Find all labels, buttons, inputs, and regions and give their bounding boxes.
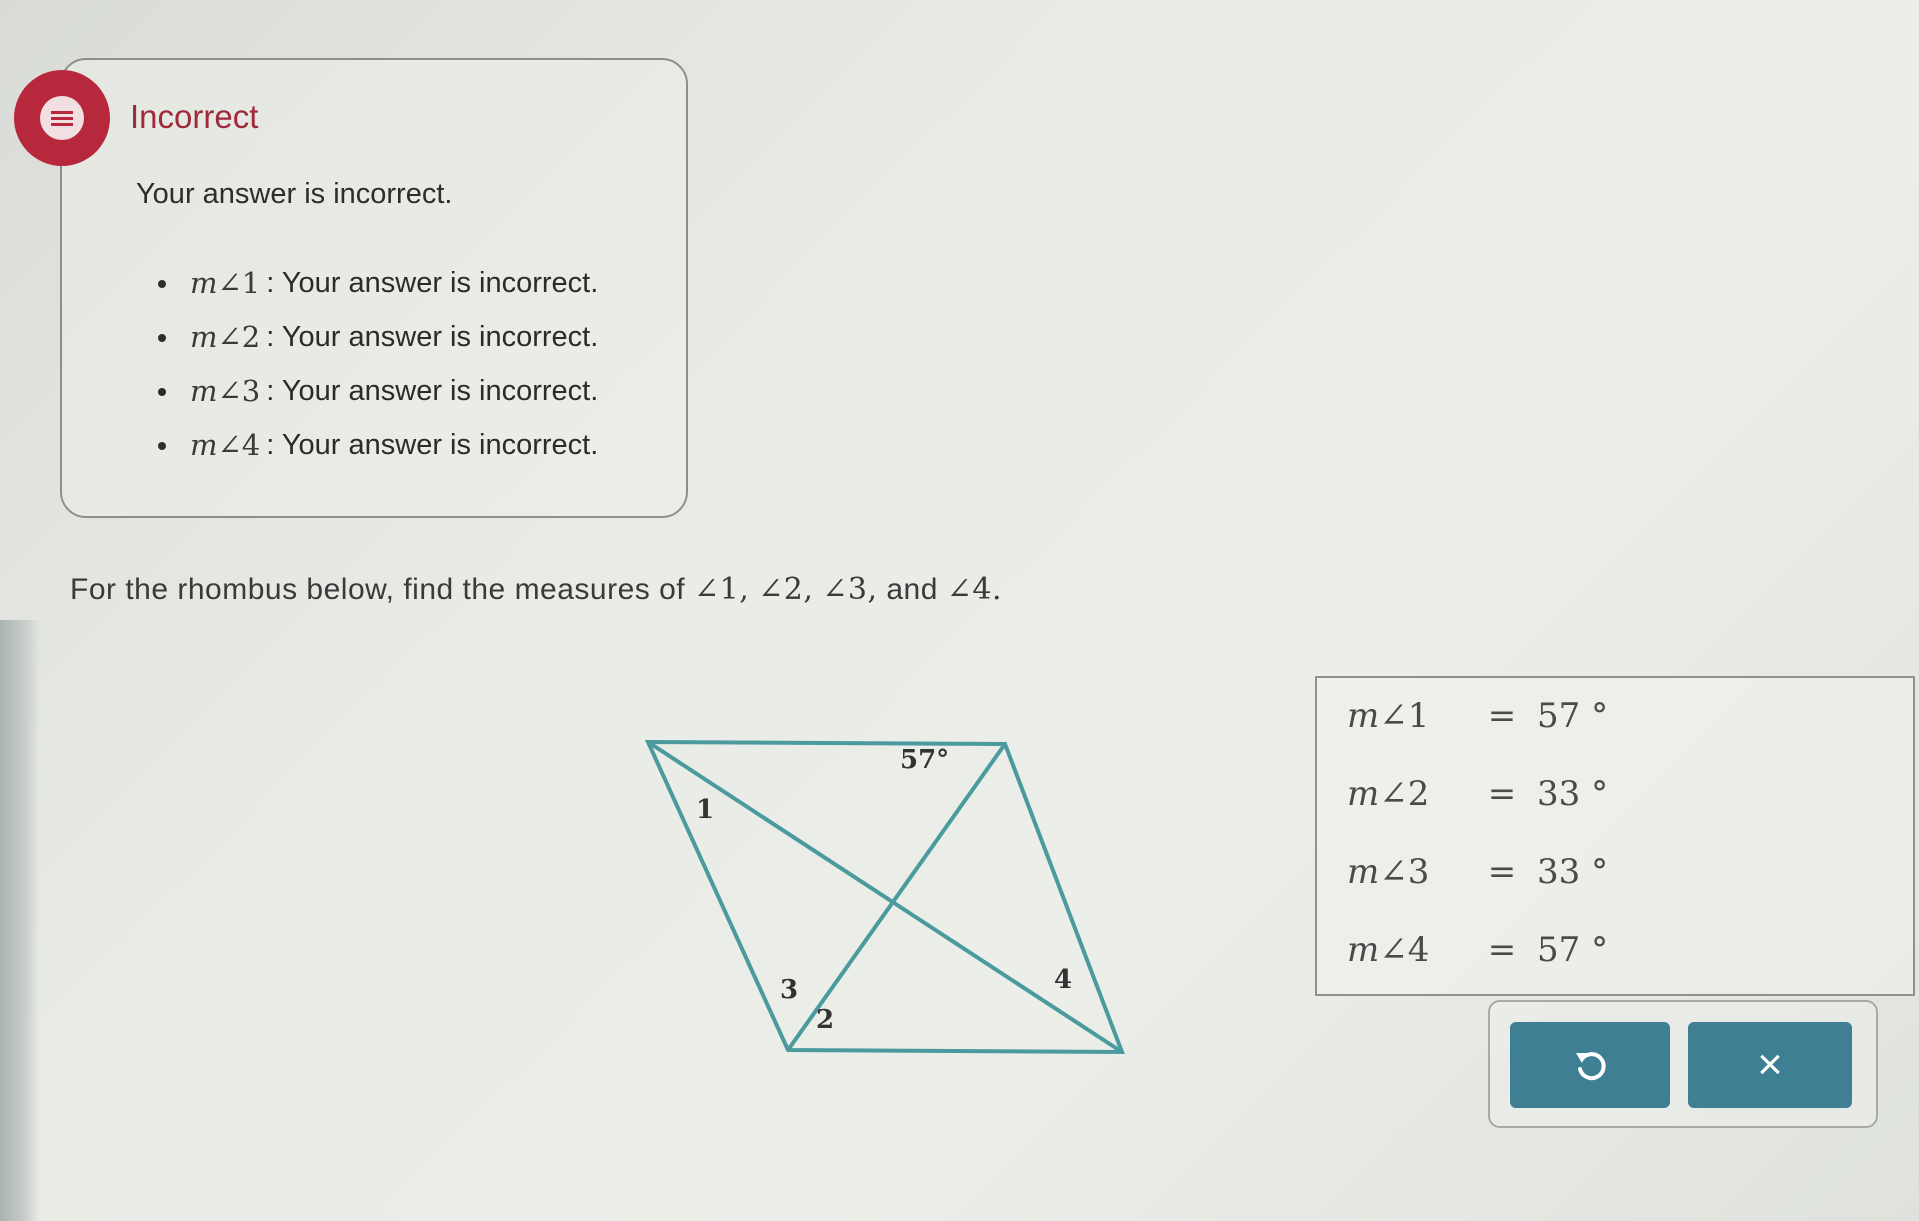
answer-value-angle-1[interactable]: 57 °	[1537, 696, 1657, 736]
rhombus-figure: 57° 1 2 3 4	[644, 739, 1125, 1055]
undo-icon	[1576, 1052, 1606, 1081]
feedback-item-angle-4: m∠4 : Your answer is incorrect.	[157, 418, 599, 472]
angle-symbol: ∠4	[1379, 930, 1430, 970]
feedback-item-text: : Your answer is incorrect.	[266, 428, 599, 461]
feedback-item-angle-1: m∠1 : Your answer is incorrect.	[157, 256, 599, 310]
equals-sign: =	[1487, 930, 1517, 970]
math-m: m	[190, 428, 218, 462]
question-angle-1: ∠1,	[694, 572, 750, 607]
math-m: m	[1347, 852, 1380, 892]
screen-edge-shadow	[0, 620, 40, 1221]
question-angle-4: ∠4.	[946, 572, 1002, 607]
question-prompt: For the rhombus below, find the measures…	[70, 572, 1002, 607]
action-button-tray: ×	[1488, 1000, 1878, 1128]
question-prefix: For the rhombus below, find the measures…	[70, 573, 686, 606]
math-m: m	[190, 320, 218, 354]
angle-symbol: ∠3	[217, 374, 261, 408]
feedback-icon	[40, 96, 84, 140]
angle-symbol: ∠1	[1379, 696, 1430, 736]
equals-sign: =	[1487, 696, 1517, 736]
feedback-subtitle: Your answer is incorrect.	[136, 178, 453, 210]
feedback-item-angle-2: m∠2 : Your answer is incorrect.	[157, 310, 599, 364]
math-m: m	[190, 266, 218, 300]
math-m: m	[1347, 774, 1380, 814]
angle-symbol: ∠3	[1379, 852, 1430, 892]
feedback-list: m∠1 : Your answer is incorrect. m∠2 : Yo…	[157, 256, 599, 472]
angle-label-4: 4	[1054, 965, 1072, 995]
clear-button[interactable]: ×	[1688, 1022, 1852, 1108]
answer-value-angle-3[interactable]: 33 °	[1537, 852, 1657, 892]
angle-symbol: ∠2	[1379, 774, 1430, 814]
equals-sign: =	[1487, 774, 1517, 814]
feedback-item-angle-3: m∠3 : Your answer is incorrect.	[157, 364, 599, 418]
answer-value-angle-2[interactable]: 33 °	[1537, 774, 1657, 814]
feedback-title: Incorrect	[130, 98, 259, 135]
close-icon: ×	[1757, 1040, 1783, 1089]
angle-symbol: ∠2	[217, 320, 261, 354]
question-angle-2: ∠2,	[758, 572, 814, 607]
feedback-item-text: : Your answer is incorrect.	[266, 266, 599, 299]
angle-label-1: 1	[696, 795, 714, 825]
answer-row-angle-1[interactable]: m∠1 = 57 °	[1347, 688, 1657, 744]
menu-lines-icon	[51, 111, 73, 126]
math-m: m	[1347, 930, 1380, 970]
angle-symbol: ∠1	[217, 266, 261, 300]
question-and: and	[886, 573, 938, 606]
answer-row-angle-3[interactable]: m∠3 = 33 °	[1347, 844, 1657, 900]
angle-label-3: 3	[780, 975, 798, 1005]
question-angle-3: ∠3,	[822, 572, 878, 607]
angle-symbol: ∠4	[217, 428, 261, 462]
answer-row-angle-2[interactable]: m∠2 = 33 °	[1347, 766, 1657, 822]
undo-button[interactable]	[1510, 1022, 1670, 1108]
math-m: m	[190, 374, 218, 408]
math-m: m	[1347, 696, 1380, 736]
answer-row-angle-4[interactable]: m∠4 = 57 °	[1347, 922, 1657, 978]
equals-sign: =	[1487, 852, 1517, 892]
given-angle-label: 57°	[900, 745, 949, 775]
answer-value-angle-4[interactable]: 57 °	[1537, 930, 1657, 970]
answer-panel: m∠1 = 57 ° m∠2 = 33 ° m∠3 = 33 ° m∠4 = 5…	[1315, 676, 1915, 996]
feedback-item-text: : Your answer is incorrect.	[266, 320, 599, 353]
incorrect-badge	[14, 70, 110, 166]
feedback-item-text: : Your answer is incorrect.	[266, 374, 599, 407]
angle-label-2: 2	[816, 1005, 834, 1035]
